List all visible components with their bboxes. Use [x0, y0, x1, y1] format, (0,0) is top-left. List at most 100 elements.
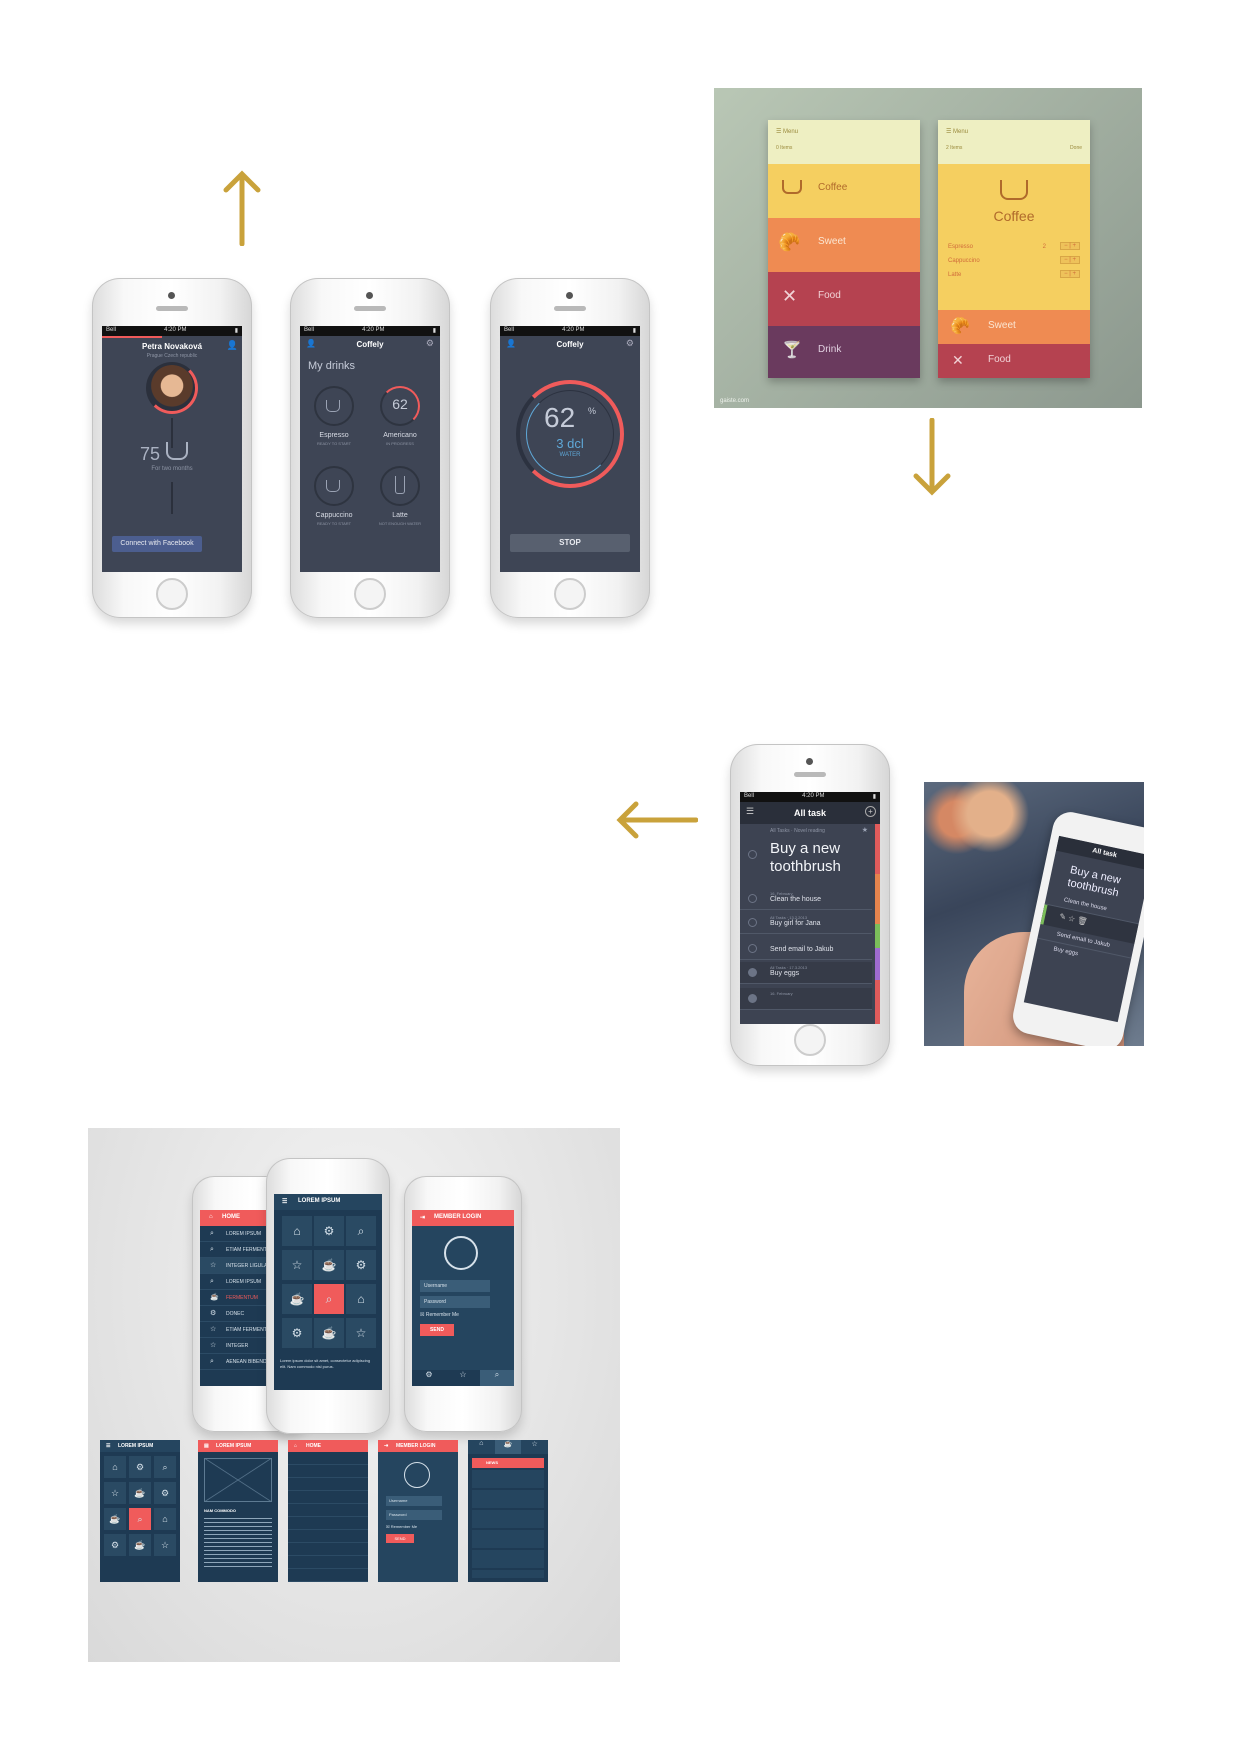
tasks-title: All task: [793, 808, 826, 818]
article-icon: ▤: [204, 1443, 209, 1449]
s4-username[interactable]: Username: [386, 1496, 442, 1506]
menu-label[interactable]: ☰ Menu: [946, 128, 1082, 135]
gear-icon[interactable]: ⚙: [412, 1370, 446, 1386]
stepper[interactable]: − | +: [1060, 242, 1080, 250]
mini-tile[interactable]: ⌕: [129, 1508, 151, 1530]
grid-tile[interactable]: ⚙: [282, 1318, 312, 1348]
gear-icon[interactable]: ⚙: [426, 338, 434, 349]
featured-task[interactable]: Buy a new toothbrush: [770, 840, 865, 876]
coffee-detail: Coffee Espresso 2− | + Cappuccino − | + La…: [938, 164, 1090, 310]
menu-item-food[interactable]: ✕ Food: [768, 272, 920, 326]
progress-percent: 62: [544, 402, 576, 433]
remember-checkbox[interactable]: ☒ Remember Me: [420, 1312, 459, 1318]
stepper[interactable]: − | +: [1060, 270, 1080, 278]
user-icon[interactable]: 👤: [306, 339, 316, 348]
mini-tile[interactable]: ☕: [129, 1482, 151, 1504]
mini-tile[interactable]: ☕: [104, 1508, 126, 1530]
time-label: 4:20 PM: [802, 793, 825, 799]
menu-icon[interactable]: ☰: [106, 1443, 110, 1449]
task-row[interactable]: All Tasks · 13.2.2013 Buy girl for Jana: [740, 912, 872, 934]
menu-card-right: ☰ Menu 2 Items Done Coffee Espresso 2− | +…: [938, 120, 1090, 378]
grid-tile[interactable]: ⌂: [346, 1284, 376, 1314]
search-icon: ⌕: [210, 1230, 214, 1237]
grid-tile[interactable]: ⌕: [314, 1284, 344, 1314]
task-row[interactable]: 16. February Clean the house: [740, 888, 872, 910]
task-checkbox[interactable]: [748, 994, 757, 1003]
grid-tile[interactable]: ☕: [314, 1250, 344, 1280]
americano-status: IN PROGRESS: [386, 441, 414, 446]
username-field[interactable]: Username: [420, 1280, 490, 1292]
menu-item-sweet[interactable]: 🥐 Sweet: [768, 218, 920, 272]
send-button[interactable]: SEND: [420, 1324, 454, 1336]
phone-brewing: Bell 4:20 PM ▮ Coffely 👤 ⚙ 62 % 3 dcl WATE…: [490, 278, 650, 618]
cup-icon[interactable]: ☕: [494, 1440, 522, 1454]
menu-icon[interactable]: ☰: [746, 806, 754, 817]
mini-tile[interactable]: ⚙: [154, 1482, 176, 1504]
mini-tile[interactable]: ⚙: [129, 1456, 151, 1478]
arrow-left-icon: [614, 800, 699, 845]
menu-label[interactable]: ☰ Menu: [776, 128, 912, 135]
star-icon[interactable]: ☆: [521, 1440, 548, 1454]
hand-photo: All task Buy a new toothbrush Clean the …: [924, 782, 1144, 1046]
task-row[interactable]: All Tasks · 17.3.2013 Buy eggs: [740, 962, 872, 984]
task-row[interactable]: Send email to Jakub: [740, 938, 872, 960]
grid-tile[interactable]: ☕: [282, 1284, 312, 1314]
cup-icon: [782, 180, 802, 194]
login-icon: ⇥: [384, 1443, 389, 1449]
phone-profile: Bell 4:20 PM ▮ Petra Novaková Prague Czech…: [92, 278, 252, 618]
mini-tile[interactable]: ☆: [104, 1482, 126, 1504]
menu-item-drink[interactable]: 🍸 Drink: [768, 326, 920, 378]
star-icon[interactable]: ★: [862, 826, 868, 834]
grid-tile[interactable]: ☆: [346, 1318, 376, 1348]
mini-tile[interactable]: ⌂: [154, 1508, 176, 1530]
search-icon: ⌕: [210, 1358, 214, 1365]
menu-item-sweet[interactable]: 🥐 Sweet: [938, 310, 1090, 344]
grid-tile[interactable]: ☆: [282, 1250, 312, 1280]
task-checkbox[interactable]: [748, 850, 757, 859]
s4-remember[interactable]: ☒ Remember Me: [386, 1524, 417, 1529]
task-row[interactable]: 16. February: [740, 988, 872, 1010]
grid-tile[interactable]: ⚙: [314, 1216, 344, 1246]
latte-label: Latte: [392, 512, 408, 519]
password-field[interactable]: Password: [420, 1296, 490, 1308]
search-icon: ⌕: [210, 1246, 214, 1253]
user-icon[interactable]: 👤: [506, 339, 516, 348]
mini-tile[interactable]: ⌂: [104, 1456, 126, 1478]
s5-header: NEWS: [472, 1458, 544, 1468]
star-icon[interactable]: ☆: [446, 1370, 480, 1386]
done-button[interactable]: Done: [1070, 145, 1082, 151]
user-icon[interactable]: 👤: [227, 340, 238, 351]
task-checkbox[interactable]: [748, 944, 757, 953]
grid-tile[interactable]: ⌂: [282, 1216, 312, 1246]
latte-status: NOT ENOUGH WATER: [378, 521, 422, 526]
stop-button[interactable]: STOP: [510, 534, 630, 552]
mini-tile[interactable]: ☕: [129, 1534, 151, 1556]
gear-icon[interactable]: ⚙: [626, 338, 634, 349]
home-icon[interactable]: ⌂: [468, 1440, 495, 1454]
percent-sign: %: [588, 406, 597, 416]
phone-member-login: ⇥ MEMBER LOGIN Username Password ☒ Rememb…: [404, 1176, 522, 1432]
task-checkbox[interactable]: [748, 918, 757, 927]
mini-tile[interactable]: ⚙: [104, 1534, 126, 1556]
task-checkbox[interactable]: [748, 894, 757, 903]
cup-icon: [326, 400, 340, 412]
stepper[interactable]: − | +: [1060, 256, 1080, 264]
task-checkbox[interactable]: [748, 968, 757, 977]
grid-tile[interactable]: ☕: [314, 1318, 344, 1348]
connect-facebook-button[interactable]: Connect with Facebook: [112, 536, 202, 552]
add-icon[interactable]: +: [865, 806, 876, 817]
time-label: 4:20 PM: [562, 327, 585, 333]
grid-tile[interactable]: ⚙: [346, 1250, 376, 1280]
search-icon[interactable]: ⌕: [480, 1370, 514, 1386]
mini-tile[interactable]: ☆: [154, 1534, 176, 1556]
brewing-screen: Bell 4:20 PM ▮ Coffely 👤 ⚙ 62 % 3 dcl WATE…: [500, 326, 640, 572]
menu-item-food[interactable]: ✕ Food: [938, 344, 1090, 378]
americano-label: Americano: [383, 432, 417, 439]
drinks-heading: My drinks: [308, 360, 356, 372]
s4-send-button[interactable]: SEND: [386, 1534, 414, 1543]
menu-icon[interactable]: ☰: [282, 1198, 287, 1205]
mini-tile[interactable]: ⌕: [154, 1456, 176, 1478]
menu-item-coffee[interactable]: Coffee: [768, 164, 920, 218]
grid-tile[interactable]: ⌕: [346, 1216, 376, 1246]
s4-password[interactable]: Password: [386, 1510, 442, 1520]
